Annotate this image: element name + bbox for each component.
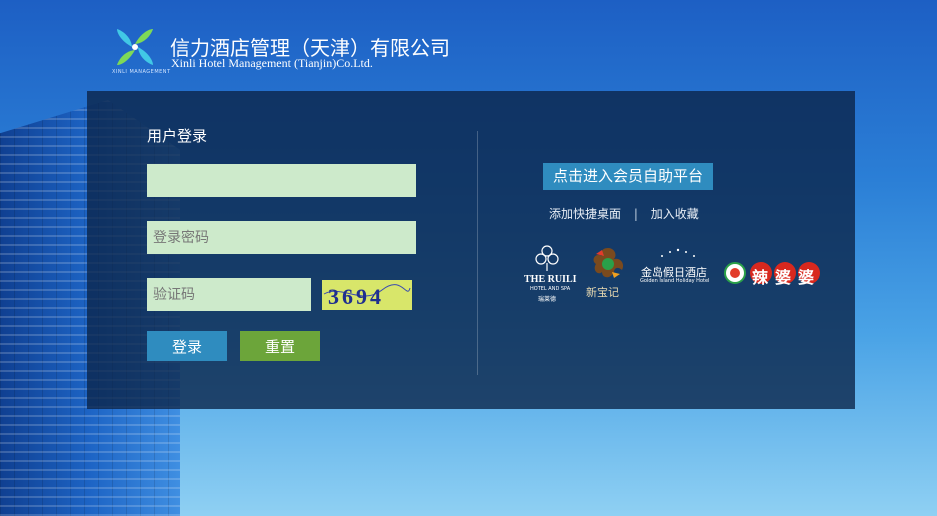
username-input[interactable] (147, 164, 416, 197)
company-logo-icon (117, 29, 153, 65)
login-panel: 用户登录 3694 登录 重置 点击进入会员自助平台 添加快捷桌面 | 加入收藏… (87, 91, 855, 409)
link-separator: | (633, 207, 638, 221)
login-title: 用户登录 (147, 127, 208, 145)
login-button[interactable]: 登录 (147, 331, 227, 361)
reset-button[interactable]: 重置 (240, 331, 320, 361)
xinbaoji-logo-icon (593, 248, 624, 278)
captcha-input[interactable] (147, 278, 311, 311)
logo-caption: XINLI MANAGEMENT (112, 69, 171, 75)
company-name-en: Xinli Hotel Management (Tianjin)Co.Ltd. (171, 56, 373, 70)
brand-ruili[interactable]: THE RUILI HOTEL AND SPA 瑞莱德 (522, 243, 577, 305)
captcha-image[interactable]: 3694 (322, 280, 412, 310)
ruili-sub: HOTEL AND SPA (530, 286, 571, 292)
member-platform-button[interactable]: 点击进入会员自助平台 (543, 163, 713, 190)
lapopo-logo-icon (724, 262, 746, 284)
xinbaoji-name: 新宝记 (586, 286, 619, 299)
panel-divider (477, 131, 478, 375)
golden-island-stars-icon (661, 248, 695, 257)
password-input[interactable] (147, 221, 416, 254)
captcha-code: 3694 (328, 284, 384, 309)
ruili-name: THE RUILI (524, 274, 577, 285)
quick-links: 添加快捷桌面 | 加入收藏 (549, 205, 699, 222)
brand-lapopo[interactable]: 辣婆婆 (723, 261, 823, 287)
brand-xinbaoji[interactable]: 新宝记 (586, 246, 634, 299)
ruili-cn: 瑞莱德 (538, 296, 557, 303)
brand-golden-island[interactable]: 金岛假日酒店 Golden Island Holiday Hotel (638, 246, 718, 286)
add-favorite-link[interactable]: 加入收藏 (651, 205, 699, 222)
golden-island-en: Golden Island Holiday Hotel (640, 278, 710, 284)
lapopo-name: 辣婆婆 (752, 268, 822, 287)
add-shortcut-link[interactable]: 添加快捷桌面 (549, 205, 621, 222)
ruili-logo-icon (535, 245, 559, 271)
